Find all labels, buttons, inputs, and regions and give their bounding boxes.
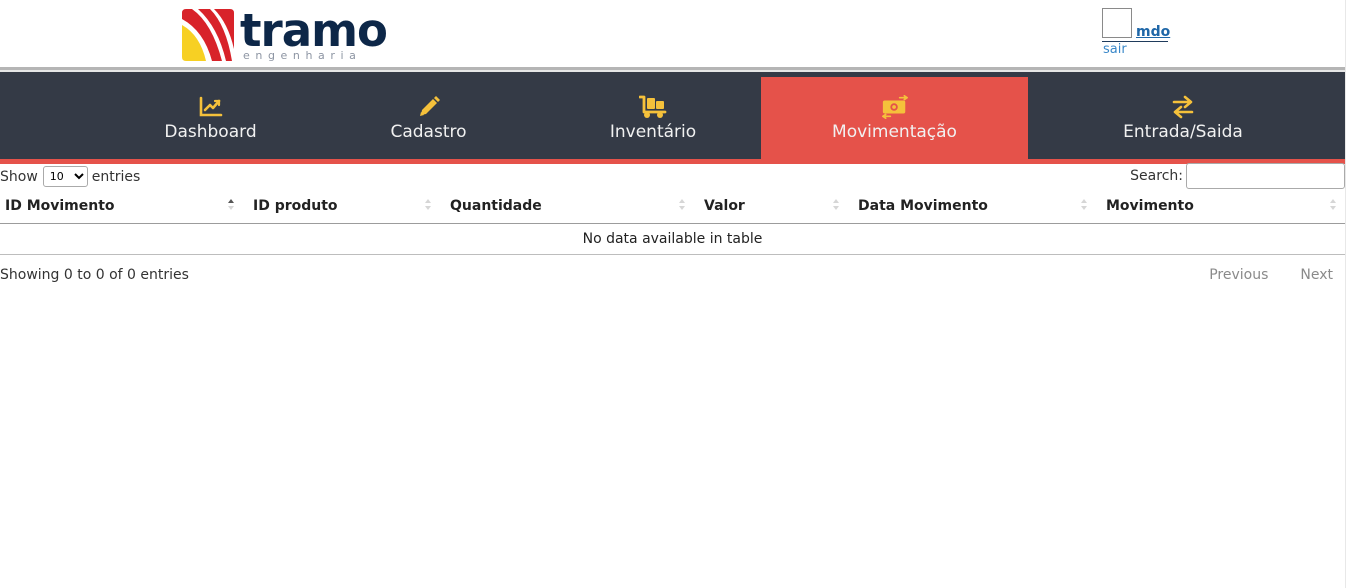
table-header: ID Movimento ID produto Quantidade Valor… <box>0 193 1345 224</box>
brand-logo[interactable]: tramo engenharia <box>182 4 388 63</box>
table-info: Showing 0 to 0 of 0 entries <box>0 267 189 283</box>
column-header-label: ID Movimento <box>5 198 115 214</box>
column-header-label: Movimento <box>1106 198 1194 214</box>
empty-table-message: No data available in table <box>582 231 763 247</box>
pagination: Previous Next <box>1209 266 1333 284</box>
sort-icon <box>1330 199 1336 211</box>
search-label: Search: <box>1130 168 1183 184</box>
nav-label-inventario: Inventário <box>609 122 697 142</box>
next-button[interactable]: Next <box>1300 266 1333 284</box>
nav-label-dashboard: Dashboard <box>164 122 257 142</box>
nav-label-cadastro: Cadastro <box>390 122 467 142</box>
show-label: Show <box>0 168 38 185</box>
sort-icon <box>679 199 685 211</box>
nav-label-entrada-saida: Entrada/Saida <box>1123 122 1243 142</box>
brand-subtitle: engenharia <box>243 49 362 62</box>
nav-item-inventario[interactable]: Inventário <box>555 72 751 159</box>
page-size-control: Show 10 entries <box>0 166 140 187</box>
main-nav: Dashboard Cadastro Inventário Movimentaç… <box>0 72 1345 159</box>
movements-table: ID Movimento ID produto Quantidade Valor… <box>0 193 1345 255</box>
table-row: No data available in table <box>0 224 1345 255</box>
chart-line-icon <box>197 94 225 120</box>
nav-item-movimentacao[interactable]: Movimentação <box>761 77 1028 159</box>
logout-link[interactable]: sair <box>1103 42 1127 58</box>
nav-item-dashboard[interactable]: Dashboard <box>118 72 303 159</box>
search-input[interactable] <box>1186 163 1345 189</box>
previous-button[interactable]: Previous <box>1209 266 1268 284</box>
pencil-icon <box>415 94 443 120</box>
search-control: Search: <box>1130 163 1345 189</box>
column-header-label: Quantidade <box>450 198 542 214</box>
sort-asc-icon <box>228 199 234 211</box>
sort-icon <box>1081 199 1087 211</box>
page-size-select[interactable]: 10 <box>42 166 88 187</box>
column-header-label: ID produto <box>253 198 338 214</box>
avatar[interactable] <box>1102 8 1132 38</box>
dolly-icon <box>639 94 667 120</box>
column-header-valor[interactable]: Valor <box>699 193 843 223</box>
column-header-id-produto[interactable]: ID produto <box>248 193 435 223</box>
user-name-link[interactable]: mdo <box>1136 23 1170 41</box>
nav-item-cadastro[interactable]: Cadastro <box>335 72 522 159</box>
column-header-label: Data Movimento <box>858 198 988 214</box>
sort-icon <box>833 199 839 211</box>
exchange-arrows-icon <box>1169 94 1197 120</box>
money-exchange-icon <box>881 94 909 120</box>
user-menu: mdo sair <box>1102 8 1172 58</box>
tramo-logo-icon <box>182 9 234 61</box>
column-header-movimento[interactable]: Movimento <box>1101 193 1340 223</box>
sort-icon <box>425 199 431 211</box>
entries-label: entries <box>91 168 141 185</box>
column-header-id-movimento[interactable]: ID Movimento <box>0 193 238 223</box>
column-header-quantidade[interactable]: Quantidade <box>445 193 689 223</box>
column-header-data-movimento[interactable]: Data Movimento <box>853 193 1091 223</box>
nav-item-entrada-saida[interactable]: Entrada/Saida <box>1080 72 1286 159</box>
nav-label-movimentacao: Movimentação <box>832 122 957 142</box>
header: tramo engenharia mdo sair <box>0 0 1345 67</box>
column-header-label: Valor <box>704 198 745 214</box>
